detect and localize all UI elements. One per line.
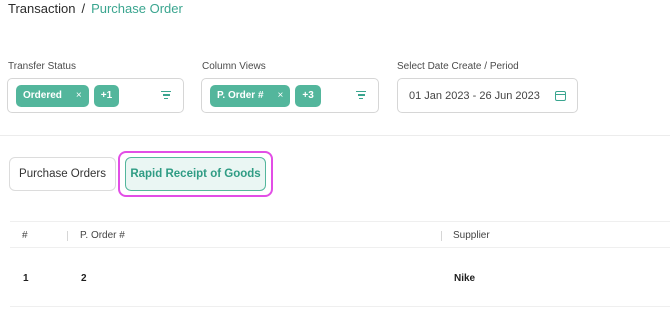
breadcrumb-separator: / xyxy=(81,1,86,16)
row-index: 1 xyxy=(23,273,29,284)
column-divider xyxy=(67,231,68,241)
status-chip-ordered: Ordered × xyxy=(16,84,89,107)
column-header-supplier[interactable]: Supplier xyxy=(453,230,490,241)
section-divider xyxy=(0,135,670,136)
close-icon[interactable]: × xyxy=(76,90,82,101)
calendar-icon[interactable] xyxy=(555,91,566,101)
breadcrumb-current-page: Purchase Order xyxy=(91,1,183,16)
column-views-select[interactable]: P. Order # × +3 xyxy=(201,78,379,113)
column-chip-order-number: P. Order # × xyxy=(210,84,291,107)
row-supplier: Nike xyxy=(454,273,476,284)
breadcrumb: Transaction / Purchase Order xyxy=(8,1,183,16)
transfer-status-label: Transfer Status xyxy=(8,61,76,72)
status-more-badge[interactable]: +1 xyxy=(93,84,120,107)
filter-lines-icon[interactable] xyxy=(356,91,366,101)
date-period-picker[interactable]: 01 Jan 2023 - 26 Jun 2023 xyxy=(397,78,578,113)
filter-lines-icon[interactable] xyxy=(161,91,171,101)
date-period-value: 01 Jan 2023 - 26 Jun 2023 xyxy=(409,89,540,102)
close-icon[interactable]: × xyxy=(278,90,284,101)
column-header-order-number[interactable]: P. Order # xyxy=(80,230,125,241)
table-row[interactable]: 1 2 Nike xyxy=(10,249,670,307)
column-more-badge[interactable]: +3 xyxy=(295,84,321,107)
table-header: # P. Order # Supplier xyxy=(10,221,670,248)
date-period-label: Select Date Create / Period xyxy=(397,61,519,72)
column-views-label: Column Views xyxy=(202,61,266,72)
breadcrumb-transaction-link[interactable]: Transaction xyxy=(8,1,75,16)
column-divider xyxy=(441,231,442,241)
transfer-status-select[interactable]: Ordered × +1 xyxy=(7,78,184,113)
row-order-number: 2 xyxy=(81,273,87,284)
status-chip-label: Ordered xyxy=(23,90,62,101)
column-header-index[interactable]: # xyxy=(22,230,28,241)
tab-rapid-receipt-of-goods[interactable]: Rapid Receipt of Goods xyxy=(125,157,266,191)
column-chip-label: P. Order # xyxy=(217,90,264,101)
tab-purchase-orders[interactable]: Purchase Orders xyxy=(9,157,116,191)
